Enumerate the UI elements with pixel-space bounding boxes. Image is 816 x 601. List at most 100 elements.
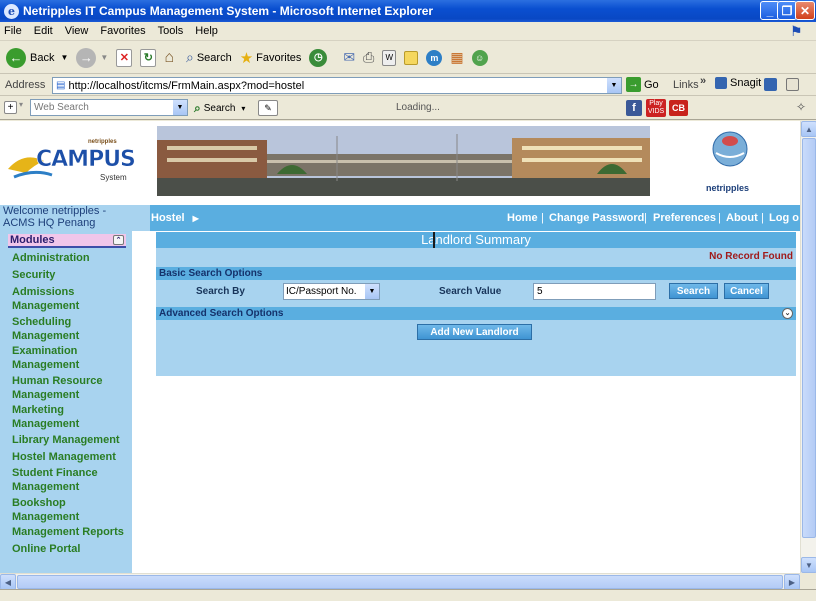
search-label: Search — [196, 51, 232, 64]
sidebar-item-scheduling[interactable]: Scheduling Management — [12, 316, 132, 343]
cb-icon[interactable]: CB — [669, 100, 688, 116]
windows-flag-icon: ⚑ — [790, 23, 803, 39]
refresh-icon[interactable]: ↻ — [140, 48, 157, 67]
search-value-input[interactable]: 5 — [533, 283, 656, 300]
favorites-button[interactable]: ★ Favorites — [240, 49, 302, 67]
add-new-landlord-button[interactable]: Add New Landlord — [417, 324, 532, 340]
sidebar-item-online-portal[interactable]: Online Portal — [12, 543, 132, 557]
nav-link-change-password[interactable]: Change Password — [549, 212, 644, 224]
address-dropdown-icon[interactable]: ▼ — [607, 78, 621, 93]
nav-link-about[interactable]: About — [726, 212, 758, 224]
search-by-select[interactable]: IC/Passport No. ▼ — [283, 283, 380, 300]
links-label[interactable]: Links — [673, 79, 699, 91]
sidebar-item-library[interactable]: Library Management — [12, 434, 132, 448]
nav-link-preferences[interactable]: Preferences — [653, 212, 716, 224]
menu-view[interactable]: View — [65, 25, 89, 37]
sidebar-item-management-reports[interactable]: Management Reports — [12, 526, 132, 540]
play-vids-icon[interactable]: Play VIDS — [646, 99, 666, 117]
chevron-down-icon[interactable]: ▼ — [173, 100, 187, 115]
address-label: Address — [5, 79, 46, 91]
scroll-left-icon[interactable]: ◀ — [0, 574, 16, 590]
basic-search-header: Basic Search Options — [156, 267, 796, 280]
menu-file[interactable]: File — [4, 25, 22, 37]
search-icon: ⌕ — [194, 101, 201, 115]
search-toolbar: + ▾ Web Search ▼ ⌕ Search ▾ ✎ Loading...… — [0, 97, 816, 120]
chevron-right-icon[interactable]: » — [700, 75, 706, 87]
sidebar-item-bookshop[interactable]: Bookshop Management — [12, 497, 132, 524]
horizontal-scrollbar[interactable]: ◀ ▶ — [0, 573, 800, 590]
sidebar-item-human-resource[interactable]: Human Resource Management — [12, 375, 132, 402]
loading-text: Loading... — [396, 102, 440, 113]
vids-label: VIDS — [647, 108, 665, 115]
cancel-button[interactable]: Cancel — [724, 283, 769, 299]
page-viewport: netripples CAMPUS System netripples Welc… — [0, 121, 800, 573]
forward-button[interactable]: → ▼ — [76, 47, 108, 68]
history-icon[interactable]: ◷ — [309, 48, 328, 67]
search-button[interactable]: Search — [669, 283, 718, 299]
toolbar-search-button[interactable]: ⌕ Search ▾ — [194, 101, 245, 116]
menu-tools[interactable]: Tools — [158, 25, 184, 37]
search-icon: ⌕ — [185, 49, 194, 65]
close-button[interactable]: ✕ — [795, 1, 815, 20]
home-icon[interactable]: ⌂ — [164, 49, 174, 67]
favorites-label: Favorites — [256, 51, 302, 64]
address-input[interactable]: ▤ http://localhost/itcms/FrmMain.aspx?mo… — [52, 77, 622, 94]
sidebar-item-hostel[interactable]: Hostel Management — [12, 451, 132, 465]
menu-edit[interactable]: Edit — [34, 25, 53, 37]
plus-icon[interactable]: + — [4, 101, 17, 114]
messenger-icon[interactable]: m — [426, 49, 443, 66]
notes-icon[interactable] — [404, 50, 419, 65]
go-label: Go — [644, 78, 659, 91]
search-button[interactable]: ⌕ Search — [186, 49, 232, 66]
advanced-search-header[interactable]: Advanced Search Options ⌄ — [156, 307, 796, 320]
snagit-button[interactable]: Snagit — [715, 77, 761, 89]
sidebar-item-security[interactable]: Security — [12, 269, 132, 283]
research-icon[interactable]: ▦ — [450, 49, 463, 66]
sidebar-item-examination[interactable]: Examination Management — [12, 345, 132, 372]
chevron-down-icon[interactable]: ▼ — [365, 284, 379, 299]
highlight-icon[interactable]: ✎ — [258, 100, 278, 116]
chevron-down-icon[interactable]: ▼ — [60, 53, 68, 62]
edit-icon[interactable]: W — [382, 49, 397, 66]
facebook-icon[interactable]: f — [626, 100, 642, 116]
scroll-up-icon[interactable]: ▲ — [801, 121, 816, 137]
expand-icon[interactable]: ⌄ — [782, 308, 793, 319]
scroll-down-icon[interactable]: ▼ — [801, 557, 816, 573]
menu-favorites[interactable]: Favorites — [100, 25, 145, 37]
campus-logo: netripples CAMPUS System — [4, 139, 136, 185]
people-icon[interactable]: ☺ — [471, 49, 488, 66]
vertical-scroll-thumb[interactable] — [802, 138, 816, 538]
play-label: Play — [649, 100, 663, 107]
vertical-scrollbar[interactable]: ▲ ▼ — [800, 121, 816, 573]
chevron-down-icon[interactable]: ▾ — [19, 100, 23, 109]
sidebar-item-student-finance[interactable]: Student Finance Management — [12, 467, 132, 494]
back-button[interactable]: ← Back ▼ — [6, 47, 68, 68]
web-search-input[interactable]: Web Search ▼ — [30, 99, 188, 116]
maximize-button[interactable]: ❐ — [777, 1, 797, 20]
search-by-label: Search By — [196, 286, 245, 297]
nav-link-logout[interactable]: Log o — [769, 212, 799, 224]
nav-link-home[interactable]: Home — [507, 212, 538, 224]
scroll-right-icon[interactable]: ▶ — [784, 574, 800, 590]
collapse-icon[interactable]: ⌃ — [113, 235, 124, 245]
sidebar-item-administration[interactable]: Administration — [12, 252, 132, 266]
wrench-icon[interactable]: ✧ — [796, 100, 806, 114]
stop-icon[interactable]: ✕ — [116, 48, 133, 67]
sidebar-item-admissions[interactable]: Admissions Management — [12, 286, 132, 313]
forward-arrow-icon: → — [76, 47, 97, 68]
capture-icon[interactable] — [764, 78, 777, 91]
chevron-down-icon[interactable]: ▾ — [241, 104, 245, 113]
sidebar-item-marketing[interactable]: Marketing Management — [12, 404, 132, 431]
chevron-down-icon[interactable]: ▼ — [100, 53, 108, 62]
mail-icon[interactable]: ✉ — [343, 49, 355, 66]
window-capture-icon[interactable] — [786, 78, 799, 91]
nav-section-hostel[interactable]: Hostel — [151, 212, 185, 224]
menu-help[interactable]: Help — [195, 25, 218, 37]
campus-photo — [157, 126, 650, 196]
title-bar: e Netripples IT Campus Management System… — [0, 0, 816, 22]
print-icon[interactable]: ⎙ — [363, 49, 374, 66]
modules-header-label: Modules — [10, 234, 55, 246]
horizontal-scroll-thumb[interactable] — [17, 575, 783, 589]
status-bar — [0, 589, 816, 601]
go-button[interactable]: → Go — [626, 77, 659, 92]
